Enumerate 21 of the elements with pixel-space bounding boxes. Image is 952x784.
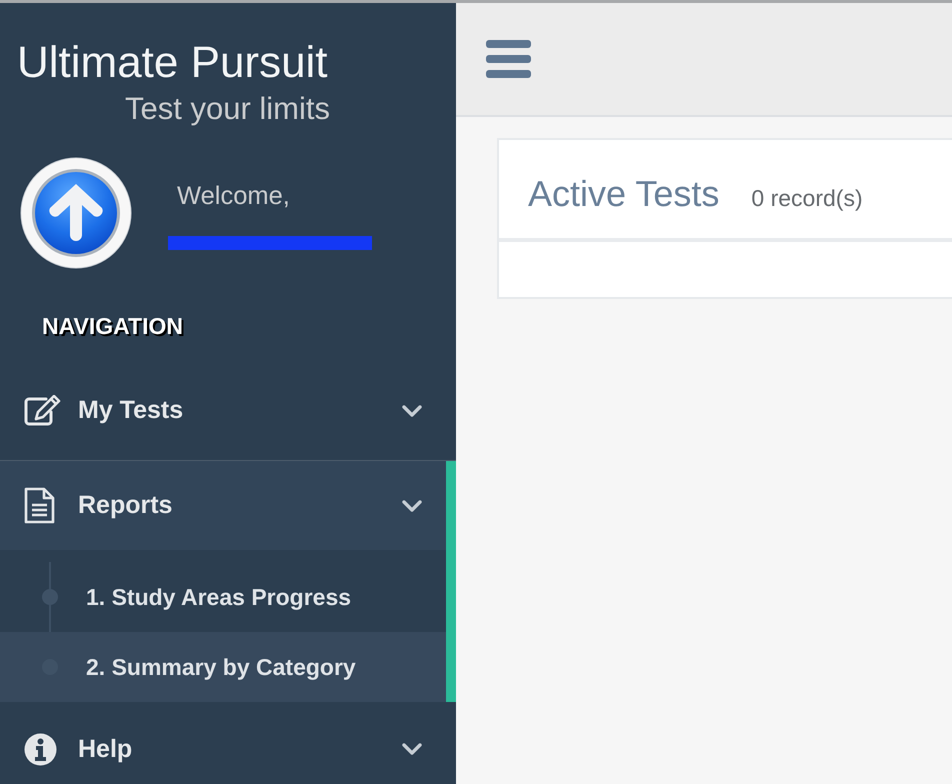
nav-item[interactable]: Help: [0, 702, 456, 784]
welcome-text: Welcome,: [177, 181, 290, 211]
nav-item[interactable]: Reports: [0, 461, 446, 550]
menu-icon: [486, 40, 531, 78]
info-icon: [24, 732, 57, 766]
document-icon: [24, 487, 55, 524]
record-count: 0 record(s): [751, 184, 863, 212]
nav-subitem[interactable]: 1. Study Areas Progress: [0, 562, 446, 632]
app-tagline: Test your limits: [125, 91, 330, 127]
edit-icon: [24, 395, 61, 426]
chevron-down-icon: [402, 743, 422, 755]
app-title: Ultimate Pursuit: [17, 38, 328, 88]
menu-button[interactable]: [486, 40, 531, 78]
navigation-heading: NAVIGATION: [42, 312, 183, 340]
panel-title: Active Tests: [528, 173, 720, 215]
chevron-down-icon: [402, 500, 422, 512]
nav-item-label: My Tests: [78, 396, 184, 425]
nav-subitem[interactable]: 2. Summary by Category: [0, 632, 446, 702]
nav-item-label: Reports: [78, 491, 174, 520]
chevron-down-icon: [402, 404, 422, 416]
nav-item-label: Help: [78, 734, 134, 764]
